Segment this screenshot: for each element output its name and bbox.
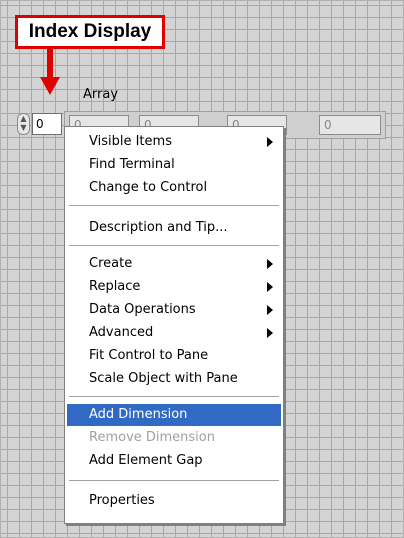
menu-item-change-to-control[interactable]: Change to Control [67,177,281,199]
submenu-arrow-icon [267,305,273,315]
menu-item-data-operations[interactable]: Data Operations [67,299,281,321]
index-spinner-icon[interactable]: ▲ ▼ [17,113,30,135]
submenu-arrow-icon [267,259,273,269]
menu-item-fit-control-to-pane[interactable]: Fit Control to Pane [67,345,281,367]
callout-text: Index Display [28,21,152,42]
menu-item-label: Replace [89,279,141,294]
menu-item-label: Visible Items [89,134,172,149]
index-display[interactable]: ▲ ▼ 0 [17,111,69,137]
menu-item-find-terminal[interactable]: Find Terminal [67,154,281,176]
callout-arrow-icon [40,77,60,95]
index-display-callout: Index Display [15,15,165,49]
menu-item-label: Description and Tip... [89,220,228,235]
menu-item-remove-dimension: Remove Dimension [67,427,281,449]
menu-item-replace[interactable]: Replace [67,276,281,298]
menu-item-label: Find Terminal [89,157,175,172]
context-menu: Visible Items Find Terminal Change to Co… [64,126,284,524]
menu-item-label: Properties [89,493,155,508]
menu-separator [69,205,279,207]
front-panel-grid: Index Display Array 0 0 0 0 ▲ ▼ 0 Visible… [0,0,404,538]
menu-item-label: Advanced [89,325,154,340]
callout-arrow-shaft [47,49,53,79]
menu-separator [69,245,279,247]
submenu-arrow-icon [267,282,273,292]
menu-item-label: Create [89,256,133,271]
menu-item-create[interactable]: Create [67,253,281,275]
menu-item-properties[interactable]: Properties [67,490,281,512]
menu-item-add-element-gap[interactable]: Add Element Gap [67,450,281,472]
index-display-value[interactable]: 0 [32,113,62,135]
menu-item-label: Add Dimension [89,407,188,422]
menu-item-label: Change to Control [89,180,208,195]
menu-item-advanced[interactable]: Advanced [67,322,281,344]
menu-item-visible-items[interactable]: Visible Items [67,131,281,153]
submenu-arrow-icon [267,137,273,147]
menu-item-label: Scale Object with Pane [89,371,238,386]
array-element-3[interactable]: 0 [319,115,381,135]
array-label: Array [83,87,119,102]
menu-item-label: Add Element Gap [89,453,203,468]
submenu-arrow-icon [267,328,273,338]
menu-item-label: Remove Dimension [89,430,215,445]
menu-separator [69,396,279,398]
menu-item-description-and-tip[interactable]: Description and Tip... [67,217,281,239]
menu-item-scale-object-with-pane[interactable]: Scale Object with Pane [67,368,281,390]
menu-item-label: Data Operations [89,302,196,317]
menu-item-add-dimension[interactable]: Add Dimension [67,404,281,426]
menu-separator [69,480,279,482]
menu-item-label: Fit Control to Pane [89,348,209,363]
